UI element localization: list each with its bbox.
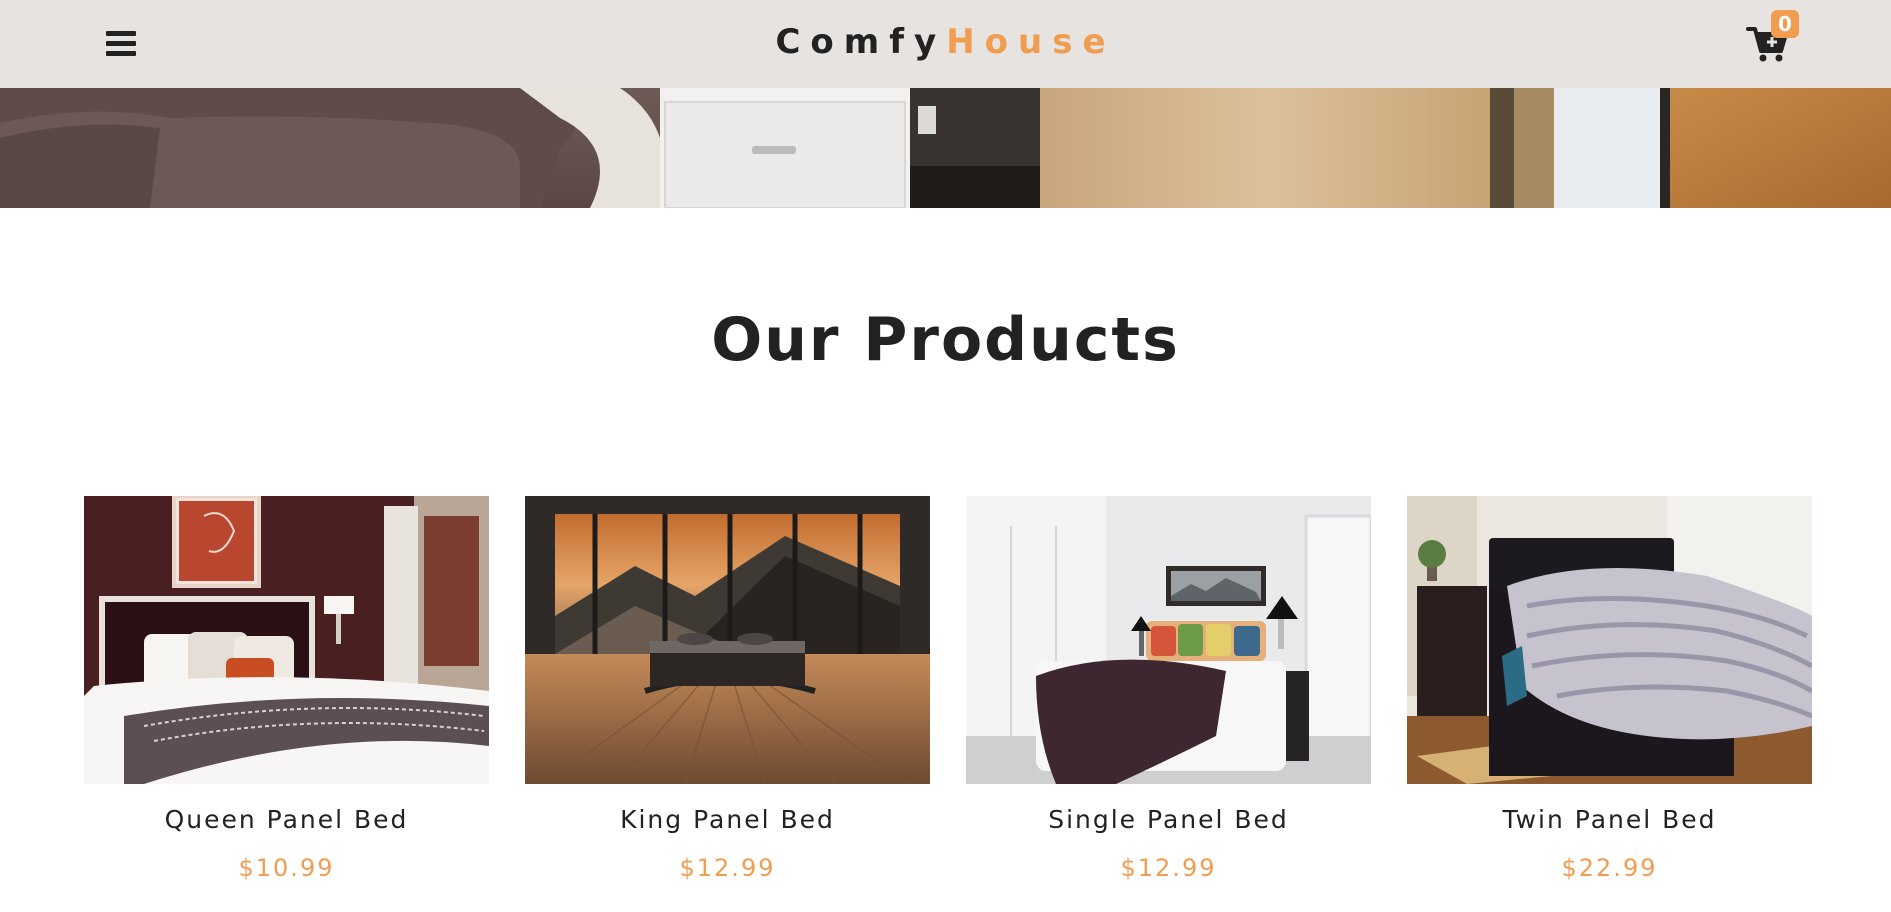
product-card[interactable]: Single Panel Bed $12.99 [966,496,1371,882]
product-price: $12.99 [679,854,776,882]
logo-text-house: House [946,22,1116,62]
product-name: Single Panel Bed [1048,805,1289,834]
product-image-king-bed[interactable] [525,496,930,784]
product-name: Queen Panel Bed [164,805,409,834]
section-title: Our Products [711,305,1180,375]
product-image-twin-bed[interactable] [1407,496,1812,784]
brand-logo[interactable]: ComfyHouse [0,18,1891,66]
product-name: Twin Panel Bed [1502,805,1717,834]
product-image-queen-bed[interactable] [84,496,489,784]
logo-text-comfy: Comfy [775,22,947,62]
product-image-single-bed[interactable] [966,496,1371,784]
cart-count-badge: 0 [1771,10,1799,38]
product-price: $10.99 [238,854,335,882]
product-name: King Panel Bed [620,805,835,834]
product-card[interactable]: King Panel Bed $12.99 [525,496,930,882]
product-price: $22.99 [1561,854,1658,882]
hero-banner-image [0,88,1891,208]
product-card[interactable]: Twin Panel Bed $22.99 [1407,496,1812,882]
cart-button[interactable]: 0 [1746,10,1799,66]
product-card[interactable]: Queen Panel Bed $10.99 [84,496,489,882]
product-price: $12.99 [1120,854,1217,882]
navbar: ComfyHouse 0 [0,0,1891,88]
